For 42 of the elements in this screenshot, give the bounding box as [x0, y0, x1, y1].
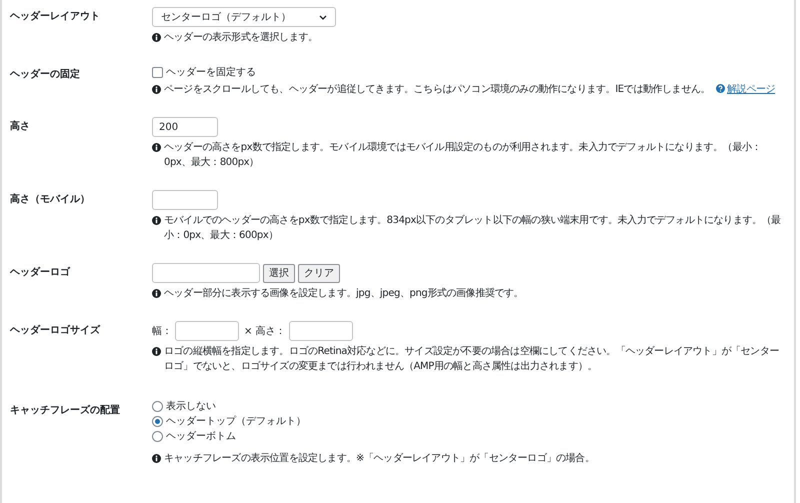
help-link[interactable]: 解説ページ — [716, 84, 776, 95]
width-field[interactable] — [175, 321, 239, 341]
field-label: ヘッダーロゴサイズ — [10, 324, 102, 338]
input-field[interactable] — [152, 263, 260, 283]
field-label: 高さ（モバイル） — [10, 192, 91, 207]
radio-button[interactable] — [152, 401, 163, 412]
help-text: モバイルでのヘッダーの高さをpx数で指定します。834px以下のタブレット以下の幅の狭い端末用です。未入力でデフォルトになります。（最小：0px、最大：600px） — [164, 214, 782, 243]
radio-label[interactable]: ヘッダーボトム — [166, 429, 236, 444]
file-button[interactable]: クリア — [298, 264, 340, 282]
question-icon — [716, 84, 726, 93]
help-text: キャッチフレーズの表示位置を設定します。※「ヘッダーレイアウト」が「センターロゴ」の場合。 — [164, 452, 596, 466]
info-icon — [152, 216, 161, 225]
info-icon — [152, 33, 161, 42]
help-text: ロゴの縦横幅を指定します。ロゴのRetina対応などに。サイズ設定が不要の場合は空欄にしてください。「ヘッダーレイアウト」が「センターロゴ」でないと、ロゴサイズの変更までは行われません（AMP用の幅と高さ属性は出力されます）。 — [164, 344, 780, 374]
help-text: ヘッダーの表示形式を選択します。 — [164, 30, 319, 45]
height-label: × 高さ： — [244, 324, 286, 338]
chevron-down-icon — [319, 14, 327, 20]
info-icon — [152, 289, 161, 298]
radio-button[interactable] — [152, 431, 163, 442]
field-label: キャッチフレーズの配置 — [10, 404, 121, 418]
height-field[interactable] — [288, 321, 353, 341]
checkbox[interactable] — [152, 66, 163, 78]
checkbox-label[interactable]: ヘッダーを固定する — [166, 65, 256, 79]
width-label: 幅： — [152, 325, 172, 338]
info-icon — [152, 143, 161, 152]
field-label: ヘッダーの固定 — [10, 67, 81, 82]
help-text: ヘッダーの高さをpx数で指定します。モバイル環境ではモバイル用設定のものが利用されます。未入力でデフォルトになります。（最小：0px、最大：800px） — [164, 140, 762, 170]
input-field[interactable] — [152, 190, 218, 210]
help-text: ページをスクロールしても、ヘッダーが追従してきます。こちらはパソコン環境のみの動作になります。IEでは動作しません。 解説ページ — [164, 82, 776, 97]
info-icon — [152, 347, 161, 356]
field-label: ヘッダーレイアウト — [10, 10, 101, 24]
file-button[interactable]: 選択 — [263, 264, 295, 282]
field-label: ヘッダーロゴ — [10, 266, 72, 280]
input-field[interactable]: 200 — [152, 117, 218, 137]
radio-button[interactable] — [152, 416, 163, 427]
layout-select[interactable]: センターロゴ（デフォルト） — [152, 7, 336, 27]
field-label: 高さ — [10, 119, 31, 134]
info-icon — [152, 454, 161, 463]
radio-label[interactable]: 表示しない — [166, 399, 216, 414]
help-text: ヘッダー部分に表示する画像を設定します。jpg、jpeg、png形式の画像推奨です。 — [164, 286, 524, 301]
info-icon — [152, 85, 161, 94]
radio-label[interactable]: ヘッダートップ（デフォルト） — [166, 414, 306, 429]
